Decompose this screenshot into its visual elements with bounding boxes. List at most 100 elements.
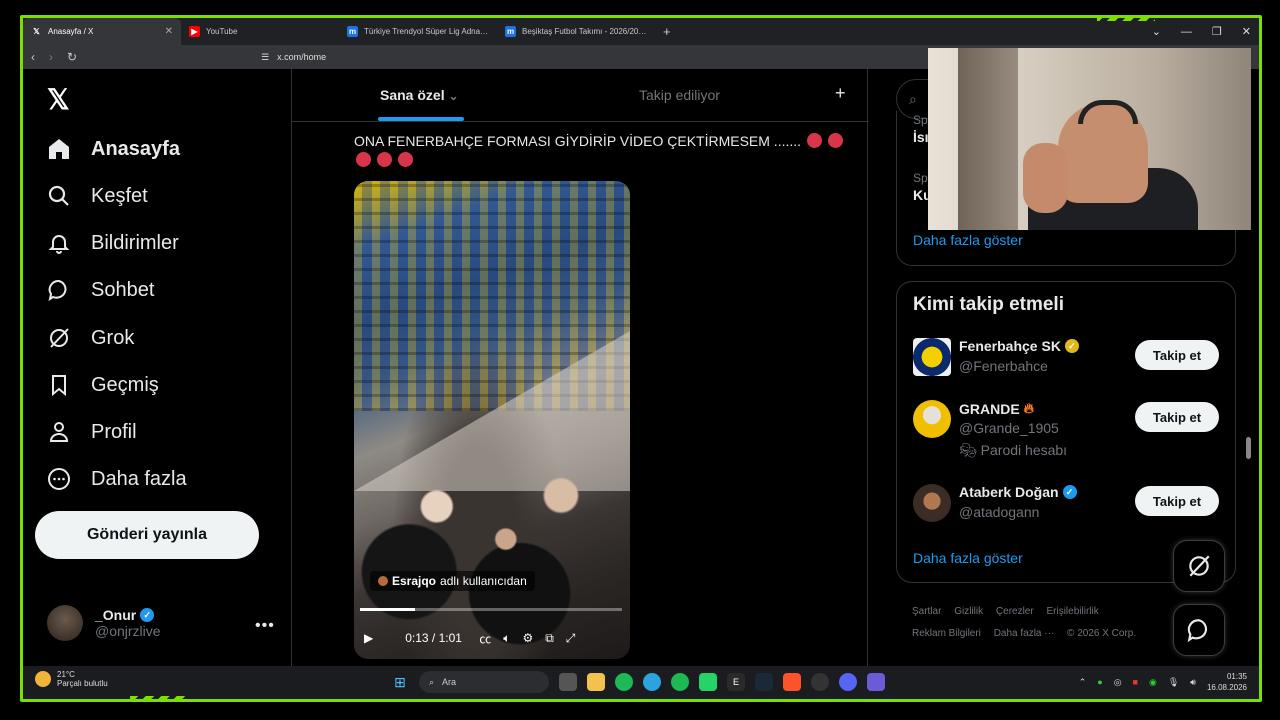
page-scrollbar[interactable] [1246,437,1251,459]
nav-notifications[interactable]: Bildirimler [47,231,179,255]
spotify-green-icon[interactable] [615,673,633,691]
fullscreen-icon[interactable]: ⤢ [566,631,576,646]
tray-green-icon[interactable]: ● [1097,677,1102,687]
angry-face-icon [806,133,822,148]
close-tab-icon[interactable]: ✕ [165,26,173,37]
nav-chat[interactable]: Sohbet [47,278,154,302]
task-view-icon[interactable] [559,673,577,691]
taskbar-search[interactable]: ⌕ Ara [419,671,549,693]
panel-title: Kimi takip etmeli [913,294,1064,315]
epic-games-icon[interactable]: E [727,673,745,691]
footer-link[interactable]: Şartlar [912,606,941,617]
video-progress-fill [360,608,416,611]
nav-label: Grok [91,326,135,349]
discord-icon[interactable] [839,673,857,691]
person-icon [49,422,69,442]
follow-suggestion[interactable]: Fenerbahçe SK ✓ @Fenerbahce Takip et [913,338,1219,388]
more-dots-icon[interactable]: ••• [255,617,275,635]
pop-out-icon[interactable]: ⧉ [545,631,554,646]
nav-home[interactable]: Anasayfa [47,137,180,161]
site-info-icon[interactable]: ☰ [261,52,269,63]
nav-label: Keşfet [91,184,148,207]
weather-widget[interactable]: 21°C Parçalı bulutlu [35,670,108,688]
tweet-text-body: ONA FENERBAHÇE FORMASI GİYDİRİP VİDEO ÇE… [354,133,802,149]
minimize-icon[interactable]: — [1181,26,1192,38]
microphone-icon[interactable]: 🎙︎ [1168,677,1179,688]
tab-besiktas[interactable]: m Beşiktaş Futbol Takımı - 2026/2027 © [497,18,655,45]
app-icon[interactable] [867,673,885,691]
show-more-link[interactable]: Daha fazla göster [913,550,1023,566]
footer-link[interactable]: Daha fazla ··· [994,628,1055,639]
messages-float-button[interactable] [1173,604,1225,656]
tab-for-you[interactable]: Sana özel ⌄ [380,87,459,103]
tab-list-icon[interactable]: ⌄ [1152,25,1161,38]
reload-icon[interactable]: ↻ [67,50,77,64]
nav-grok[interactable]: Grok [47,326,134,350]
chevron-up-icon[interactable]: ⌃ [1079,677,1087,688]
footer-link[interactable]: Gizlilik [954,606,983,617]
close-window-icon[interactable]: ✕ [1242,25,1251,38]
x-logo-icon[interactable]: 𝕏 [47,83,70,116]
url-text: x.com/home [277,52,327,62]
windows-start-icon[interactable]: ⊞ [391,673,409,691]
back-icon[interactable]: ‹ [31,50,35,64]
timeline-tabs: Sana özel ⌄ Takip ediliyor + [292,69,869,122]
telegram-icon[interactable] [643,673,661,691]
tray-red-icon[interactable]: ■ [1133,677,1138,687]
suggestion-handle: @Grande_1905 [959,420,1059,436]
nav-more[interactable]: Daha fazla [47,467,187,491]
post-button[interactable]: Gönderi yayınla [35,511,259,559]
captions-icon[interactable]: ㏄ [479,630,491,647]
tweet-video[interactable]: Esrajqo adlı kullanıcıdan ▶ 0:13 / 1:01 … [354,181,630,659]
add-tab-icon[interactable]: + [835,83,846,104]
file-explorer-icon[interactable] [587,673,605,691]
new-tab-button[interactable]: + [663,24,671,39]
spotify-icon[interactable] [671,673,689,691]
follow-button[interactable]: Takip et [1135,402,1219,432]
trend-name[interactable]: İsı [913,129,929,145]
clock[interactable]: 01:35 16.08.2026 [1207,671,1247,693]
clock-date: 16.08.2026 [1206,683,1247,692]
follow-suggestion[interactable]: GRANDE 🔥︎ @Grande_1905 🎭︎ Parodi hesabı … [913,400,1219,458]
forward-icon[interactable]: › [49,50,53,64]
parody-text: Parodi hesabı [980,442,1068,458]
footer-link[interactable]: Reklam Bilgileri [912,628,981,639]
nav-bookmarks[interactable]: Geçmiş [47,373,159,397]
obs-icon[interactable] [811,673,829,691]
suggestion-handle: @atadogann [959,504,1040,520]
tab-following[interactable]: Takip ediliyor [639,87,720,103]
whatsapp-icon[interactable] [699,673,717,691]
nav-label: Bildirimler [91,231,179,254]
url-field[interactable]: ☰ x.com/home [261,52,326,63]
tab-youtube[interactable]: ▶ YouTube [181,18,339,45]
follow-button[interactable]: Takip et [1135,486,1219,516]
tweet-text: ONA FENERBAHÇE FORMASI GİYDİRİP VİDEO ÇE… [354,132,854,170]
nav-explore[interactable]: Keşfet [47,184,148,208]
follow-suggestion[interactable]: Ataberk Doğan ✓ @atadogann Takip et [913,484,1219,534]
nav-label: Anasayfa [91,137,180,160]
tray-icon[interactable]: ◎ [1114,677,1122,688]
tab-title: Türkiye Trendyol Süper Lig Adnan Sü [364,27,489,36]
search-icon [48,185,69,206]
nav-profile[interactable]: Profil [47,420,137,444]
tab-x-home[interactable]: 𝕏 Anasayfa / X ✕ [23,18,181,45]
brave-icon[interactable] [783,673,801,691]
volume-icon[interactable]: 🔈︎ [503,631,510,646]
video-attribution[interactable]: Esrajqo adlı kullanıcıdan [370,571,535,591]
restore-icon[interactable]: ❐ [1212,25,1222,38]
follow-button[interactable]: Takip et [1135,340,1219,370]
tab-superlig[interactable]: m Türkiye Trendyol Süper Lig Adnan Sü [339,18,497,45]
grok-icon [50,328,69,348]
footer-link[interactable]: Erişilebilirlik [1046,606,1098,617]
settings-gear-icon[interactable]: ⚙ [522,631,533,645]
grok-float-button[interactable] [1173,540,1225,592]
video-progress-bar[interactable] [360,608,622,611]
footer-link[interactable]: Çerezler [996,606,1034,617]
steam-icon[interactable] [755,673,773,691]
account-switcher[interactable]: _Onur ✓ @onjrzlive [47,605,161,641]
suggestion-name: Fenerbahçe SK [959,338,1061,354]
show-more-link[interactable]: Daha fazla göster [913,232,1023,248]
play-icon[interactable]: ▶ [364,631,373,645]
volume-icon[interactable]: 🔊︎ [1190,677,1196,688]
tray-icon[interactable]: ◉ [1149,677,1157,688]
